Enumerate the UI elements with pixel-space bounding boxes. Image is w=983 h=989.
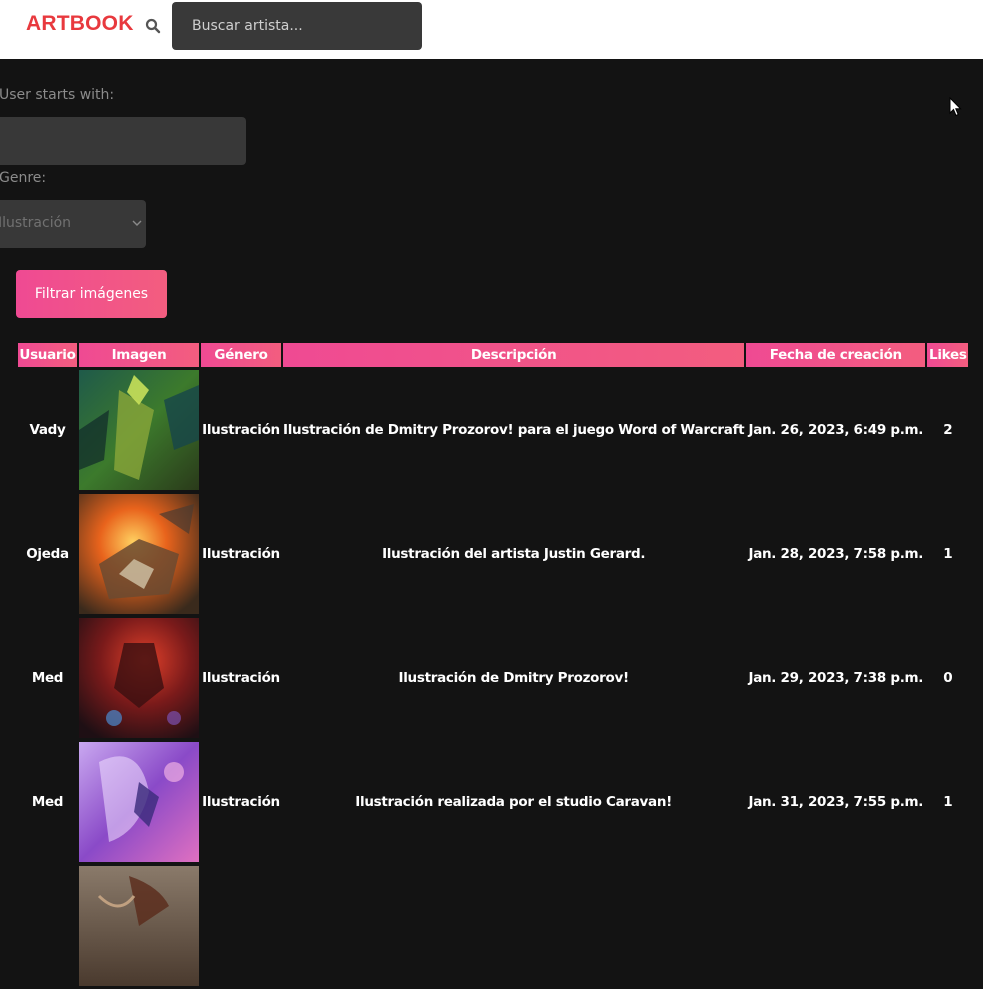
cell-genero: Ilustración (202, 794, 280, 810)
cell-fecha: Jan. 29, 2023, 7:38 p.m. (748, 670, 924, 686)
chevron-down-icon (132, 220, 142, 226)
cell-usuario: Med (31, 794, 64, 810)
cell-fecha: Jan. 31, 2023, 7:55 p.m. (748, 794, 924, 810)
navbar: ARTBOOK (0, 0, 983, 59)
cell-usuario: Vady (29, 422, 66, 438)
cell-genero: Ilustración (202, 422, 280, 438)
cell-imagen[interactable] (79, 741, 199, 863)
column-header-imagen: Imagen (79, 343, 199, 367)
cell-fecha (746, 865, 925, 987)
column-header-likes: Likes (927, 343, 969, 367)
cell-imagen[interactable] (79, 369, 199, 491)
table-header-row: Usuario Imagen Género Descripción Fecha … (18, 343, 969, 367)
table-row: Med Ilustración Ilustración realizada po… (18, 741, 968, 863)
table-row: Ojeda Ilustración Ilustración del artist… (18, 493, 968, 615)
artwork-thumbnail[interactable] (79, 618, 199, 738)
genre-filter-label: Genre: (0, 170, 47, 186)
filter-images-button[interactable]: Filtrar imágenes (16, 270, 167, 318)
column-header-genero: Género (201, 343, 281, 367)
brand-logo[interactable]: ARTBOOK (26, 12, 134, 36)
cell-usuario: Med (31, 670, 64, 686)
cell-usuario: Ojeda (26, 546, 69, 562)
table-row (18, 865, 968, 987)
cell-likes: 0 (943, 670, 953, 686)
genre-selected-value: Ilustración (0, 215, 72, 231)
images-table: Usuario Imagen Género Descripción Fecha … (16, 341, 970, 989)
search-icon[interactable] (145, 18, 161, 34)
artist-search-input[interactable] (172, 2, 422, 50)
artwork-thumbnail[interactable] (79, 866, 199, 986)
artwork-thumbnail[interactable] (79, 494, 199, 614)
column-header-fecha: Fecha de creación (746, 343, 926, 367)
user-filter-input[interactable] (0, 117, 246, 165)
cell-likes (927, 865, 968, 987)
cell-descripcion (283, 865, 744, 987)
column-header-descripcion: Descripción (283, 343, 745, 367)
cell-genero: Ilustración (202, 670, 280, 686)
cell-descripcion: Ilustración del artista Justin Gerard. (382, 546, 646, 562)
table-row: Med Ilustración Ilustración de Dmitry Pr… (18, 617, 968, 739)
cell-imagen[interactable] (79, 865, 199, 987)
cell-usuario (18, 865, 77, 987)
cell-fecha: Jan. 26, 2023, 6:49 p.m. (748, 422, 924, 438)
cell-descripcion: Ilustración de Dmitry Prozorov! para el … (283, 422, 745, 438)
cell-genero (201, 865, 281, 987)
column-header-usuario: Usuario (18, 343, 77, 367)
cell-imagen[interactable] (79, 617, 199, 739)
table-row: Vady Ilustración Ilustración de Dmitry P… (18, 369, 968, 491)
artwork-thumbnail[interactable] (79, 742, 199, 862)
cell-descripcion: Ilustración realizada por el studio Cara… (355, 794, 673, 810)
artwork-thumbnail[interactable] (79, 370, 199, 490)
user-filter-label: User starts with: (0, 87, 115, 103)
cell-descripcion: Ilustración de Dmitry Prozorov! (398, 670, 629, 686)
cell-likes: 1 (943, 794, 953, 810)
cell-fecha: Jan. 28, 2023, 7:58 p.m. (748, 546, 924, 562)
genre-select[interactable]: Ilustración (0, 200, 146, 248)
cell-genero: Ilustración (202, 546, 280, 562)
cell-likes: 2 (943, 422, 953, 438)
mouse-cursor-icon (949, 97, 962, 117)
cell-imagen[interactable] (79, 493, 199, 615)
cell-likes: 1 (943, 546, 953, 562)
